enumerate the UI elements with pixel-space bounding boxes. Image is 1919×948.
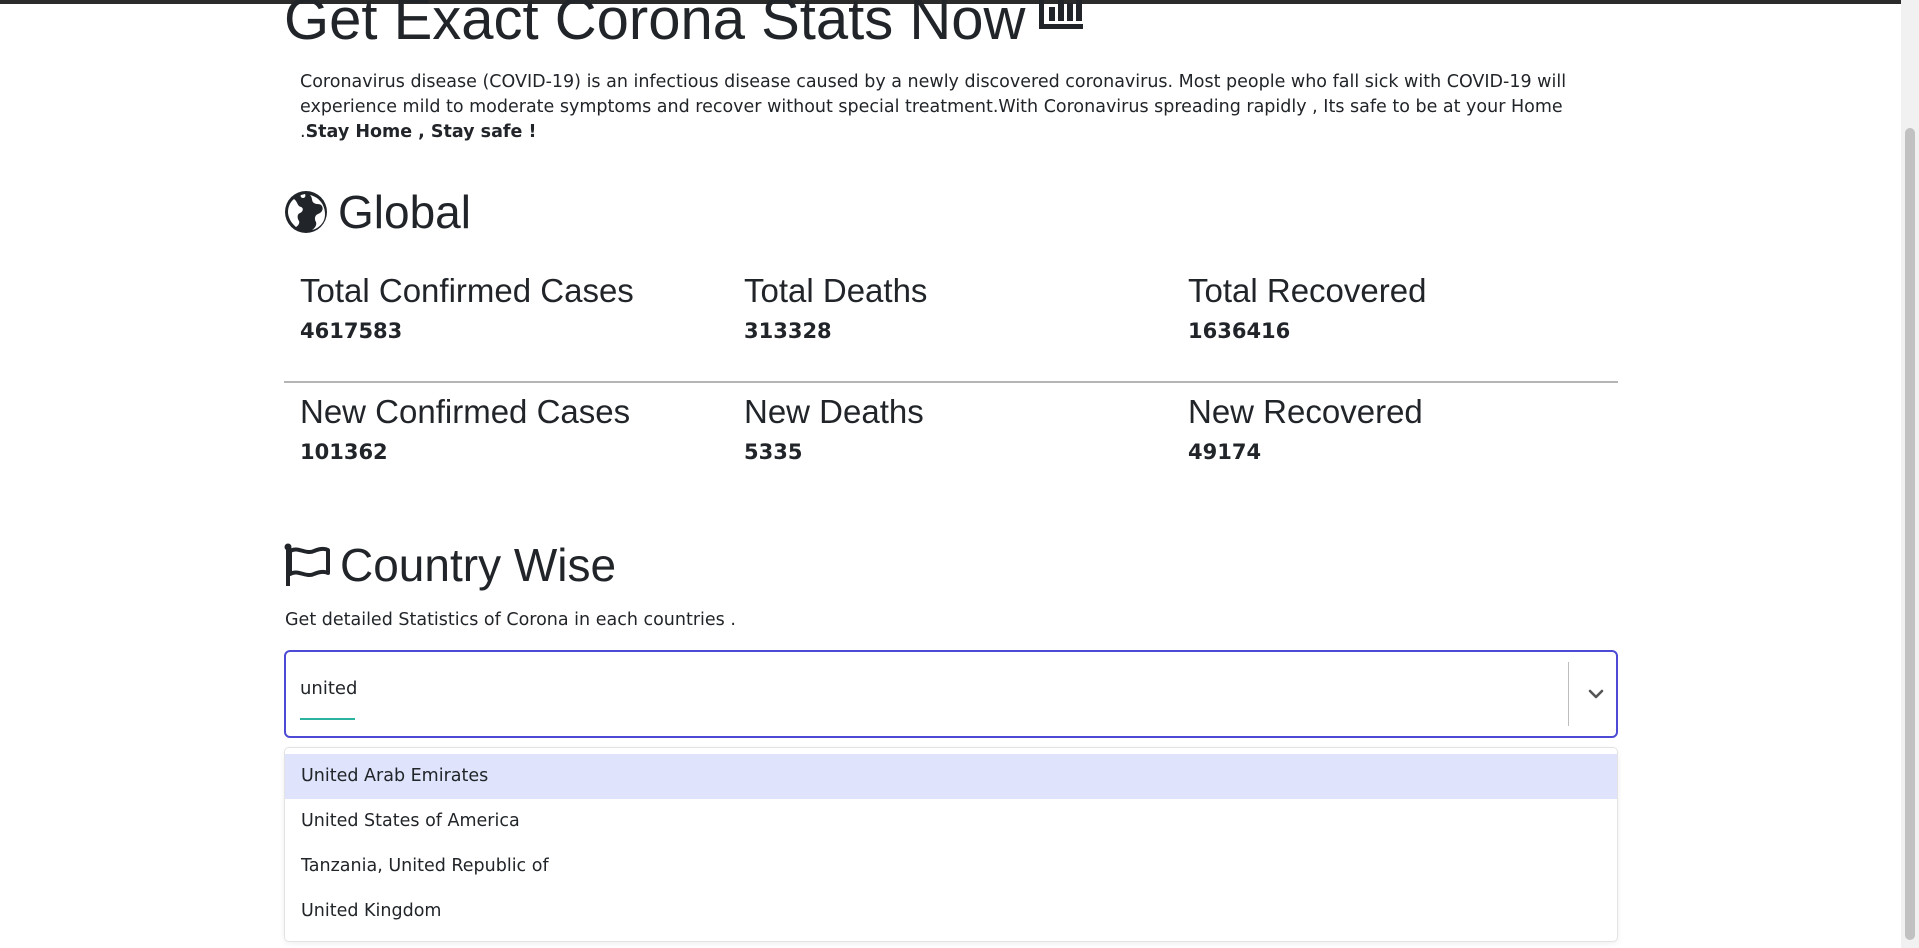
dropdown-option-tanzania[interactable]: Tanzania, United Republic of — [285, 844, 1617, 889]
stat-label: Total Deaths — [744, 272, 928, 309]
global-heading-text: Global — [338, 186, 471, 238]
stat-label: Total Recovered — [1188, 272, 1427, 309]
chevron-down-icon[interactable] — [1586, 684, 1606, 704]
stat-value: 313328 — [744, 319, 832, 343]
hero-title: Get Exact Corona Stats Now — [284, 0, 1084, 60]
scrollbar-thumb[interactable] — [1905, 128, 1915, 940]
new-deaths-stat: New Deaths 5335 — [728, 389, 1172, 467]
stat-value: 5335 — [744, 440, 803, 464]
dropdown-option-united-arab-emirates[interactable]: United Arab Emirates — [285, 754, 1617, 799]
dropdown-option-united-states-of-america[interactable]: United States of America — [285, 799, 1617, 844]
new-recovered-stat: New Recovered 49174 — [1172, 389, 1616, 467]
stat-value: 49174 — [1188, 440, 1262, 464]
country-dropdown-menu: United Arab Emirates United States of Am… — [284, 747, 1618, 942]
stat-value: 101362 — [300, 440, 388, 464]
stat-label: Total Confirmed Cases — [300, 272, 634, 309]
total-deaths-stat: Total Deaths 313328 — [728, 268, 1172, 346]
global-new-row: New Confirmed Cases 101362 New Deaths 53… — [284, 389, 1618, 467]
stat-label: New Confirmed Cases — [300, 393, 631, 430]
stat-value: 4617583 — [300, 319, 403, 343]
intro-emphasis: Stay Home , Stay safe ! — [305, 122, 537, 142]
dropdown-option-united-kingdom[interactable]: United Kingdom — [285, 889, 1617, 934]
stats-divider — [284, 381, 1618, 383]
global-totals-row: Total Confirmed Cases 4617583 Total Deat… — [284, 268, 1618, 346]
flag-icon — [284, 543, 330, 586]
country-search-input[interactable] — [300, 672, 1500, 704]
new-confirmed-stat: New Confirmed Cases 101362 — [284, 389, 728, 467]
hero-title-text: Get Exact Corona Stats Now — [284, 0, 1026, 52]
country-select[interactable] — [284, 650, 1618, 738]
global-heading: Global — [284, 184, 471, 240]
globe-icon — [285, 191, 327, 233]
country-wise-heading: Country Wise — [284, 537, 616, 593]
total-confirmed-stat: Total Confirmed Cases 4617583 — [284, 268, 728, 346]
page-content: Get Exact Corona Stats Now Coronavirus d… — [0, 0, 1919, 948]
select-separator — [1568, 662, 1569, 726]
bar-chart-icon — [1037, 0, 1084, 52]
country-wise-subtitle: Get detailed Statistics of Corona in eac… — [285, 610, 736, 630]
input-underline — [300, 718, 355, 720]
stat-label: New Deaths — [744, 393, 924, 430]
stat-value: 1636416 — [1188, 319, 1291, 343]
country-wise-heading-text: Country Wise — [340, 539, 617, 591]
stat-label: New Recovered — [1188, 393, 1423, 430]
total-recovered-stat: Total Recovered 1636416 — [1172, 268, 1616, 346]
intro-paragraph: Coronavirus disease (COVID-19) is an inf… — [300, 70, 1600, 145]
